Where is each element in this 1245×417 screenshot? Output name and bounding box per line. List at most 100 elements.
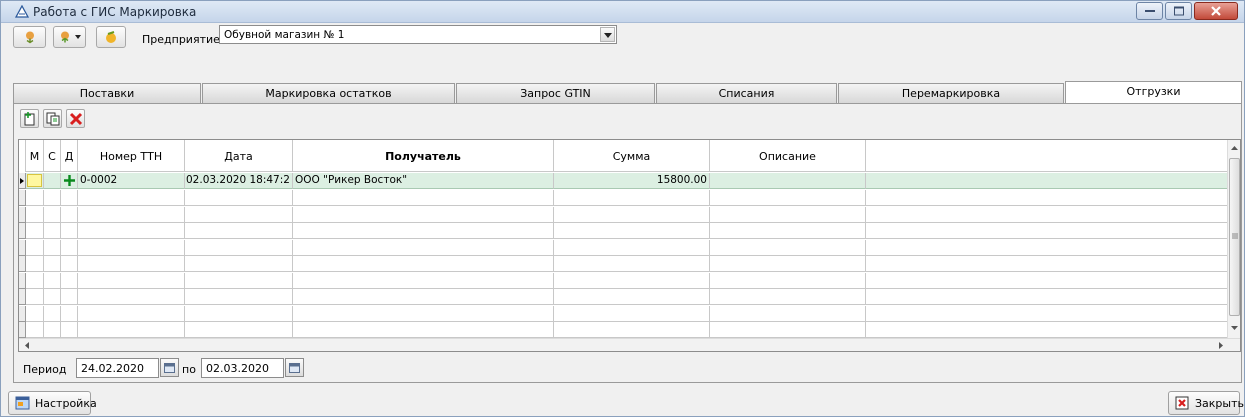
empty-cell	[61, 206, 78, 223]
empty-cell	[185, 190, 293, 206]
empty-cell	[185, 239, 293, 256]
empty-cell	[44, 223, 61, 239]
header-col-date[interactable]: Дата	[185, 140, 293, 172]
empty-cell	[185, 206, 293, 223]
header-col-m[interactable]: М	[26, 140, 44, 172]
empty-cell	[61, 239, 78, 256]
empty-cell	[26, 190, 44, 206]
empty-cell	[185, 305, 293, 322]
empty-cell	[185, 272, 293, 289]
maximize-icon	[1173, 6, 1184, 16]
minimize-button[interactable]	[1136, 2, 1163, 20]
copy-document-button[interactable]	[43, 109, 62, 128]
add-icon	[24, 112, 35, 126]
empty-cell	[293, 206, 554, 223]
period-from-calendar-button[interactable]	[160, 358, 179, 377]
empty-cell	[293, 256, 554, 272]
empty-cell	[78, 190, 185, 206]
delete-document-button[interactable]	[66, 109, 85, 128]
tab-remarking[interactable]: Перемаркировка	[838, 83, 1064, 103]
refresh-icon	[106, 31, 116, 43]
header-col-sum[interactable]: Сумма	[554, 140, 710, 172]
row-indicator	[19, 223, 26, 239]
cell-number: 0-0002	[78, 173, 185, 189]
app-icon	[15, 5, 29, 18]
period-to-value: 02.03.2020	[206, 362, 269, 375]
company-select-arrow[interactable]	[600, 27, 615, 42]
main-window: Работа с ГИС Маркировка Предприятие Обув…	[0, 0, 1245, 417]
period-from-input[interactable]: 24.02.2020	[76, 358, 159, 378]
cell-s	[44, 173, 61, 189]
header-col-s[interactable]: С	[44, 140, 61, 172]
empty-row	[19, 190, 1229, 206]
add-document-button[interactable]	[20, 109, 39, 128]
close-window-button[interactable]	[1194, 2, 1238, 20]
empty-cell	[44, 305, 61, 322]
row-pointer	[19, 173, 26, 189]
company-select-value: Обувной магазин № 1	[224, 29, 345, 41]
empty-cell	[554, 272, 710, 289]
refresh-button[interactable]	[96, 26, 126, 48]
empty-cell	[293, 305, 554, 322]
close-button[interactable]: Закрыть	[1168, 391, 1244, 415]
export-icon	[61, 31, 69, 43]
empty-cell	[866, 240, 1229, 256]
shipments-grid[interactable]: М С Д Номер ТТН Дата Получатель Сумма Оп…	[18, 139, 1241, 352]
export-button[interactable]	[53, 26, 86, 48]
cell-m	[26, 173, 44, 189]
empty-cell	[61, 322, 78, 338]
empty-cell	[293, 190, 554, 206]
row-pointer-icon	[20, 178, 24, 184]
tab-supplies[interactable]: Поставки	[13, 83, 201, 103]
empty-row	[19, 206, 1229, 223]
settings-button[interactable]: Настройка	[8, 391, 97, 415]
scroll-left-icon	[25, 342, 29, 349]
empty-cell	[78, 206, 185, 223]
title-bar: Работа с ГИС Маркировка	[1, 1, 1244, 23]
period-to-calendar-button[interactable]	[285, 358, 304, 377]
marked-indicator	[27, 174, 42, 187]
window-title: Работа с ГИС Маркировка	[33, 5, 197, 19]
empty-cell	[26, 272, 44, 289]
empty-cell	[61, 289, 78, 305]
empty-cell	[710, 223, 866, 239]
empty-cell	[554, 190, 710, 206]
empty-row	[19, 305, 1229, 322]
cell-sum: 15800.00	[554, 173, 710, 189]
vertical-scrollbar[interactable]	[1227, 140, 1240, 338]
period-to-input[interactable]: 02.03.2020	[201, 358, 284, 378]
company-select[interactable]: Обувной магазин № 1	[219, 25, 617, 44]
header-col-number[interactable]: Номер ТТН	[78, 140, 185, 172]
table-row[interactable]: 0-0002 02.03.2020 18:47:2 ООО "Рикер Вос…	[19, 173, 1229, 189]
empty-cell	[26, 206, 44, 223]
empty-cell	[710, 289, 866, 305]
tab-stock-marking[interactable]: Маркировка остатков	[202, 83, 455, 103]
empty-cell	[26, 256, 44, 272]
header-col-recipient[interactable]: Получатель	[293, 140, 554, 172]
chevron-down-icon	[604, 33, 612, 38]
company-label: Предприятие	[142, 33, 220, 46]
load-button[interactable]	[13, 26, 46, 48]
toolbar: Предприятие Обувной магазин № 1	[1, 25, 1244, 74]
row-indicator	[19, 239, 26, 256]
tab-shipments[interactable]: Отгрузки	[1065, 81, 1242, 104]
tab-gtin-request[interactable]: Запрос GTIN	[456, 83, 655, 103]
import-icon	[25, 31, 34, 44]
plus-icon	[64, 175, 75, 186]
period-to-label: по	[182, 363, 196, 376]
horizontal-scrollbar[interactable]	[19, 338, 1240, 351]
header-col-description[interactable]: Описание	[710, 140, 866, 172]
header-col-d[interactable]: Д	[61, 140, 78, 172]
maximize-button[interactable]	[1165, 2, 1192, 20]
empty-cell	[866, 273, 1229, 289]
empty-cell	[78, 305, 185, 322]
empty-cell	[866, 223, 1229, 239]
empty-cell	[26, 289, 44, 305]
tab-write-offs[interactable]: Списания	[656, 83, 837, 103]
row-indicator	[19, 256, 26, 272]
empty-cell	[554, 322, 710, 338]
empty-cell	[710, 305, 866, 322]
empty-row	[19, 256, 1229, 272]
empty-cell	[710, 206, 866, 223]
vertical-scroll-thumb[interactable]	[1229, 158, 1240, 316]
